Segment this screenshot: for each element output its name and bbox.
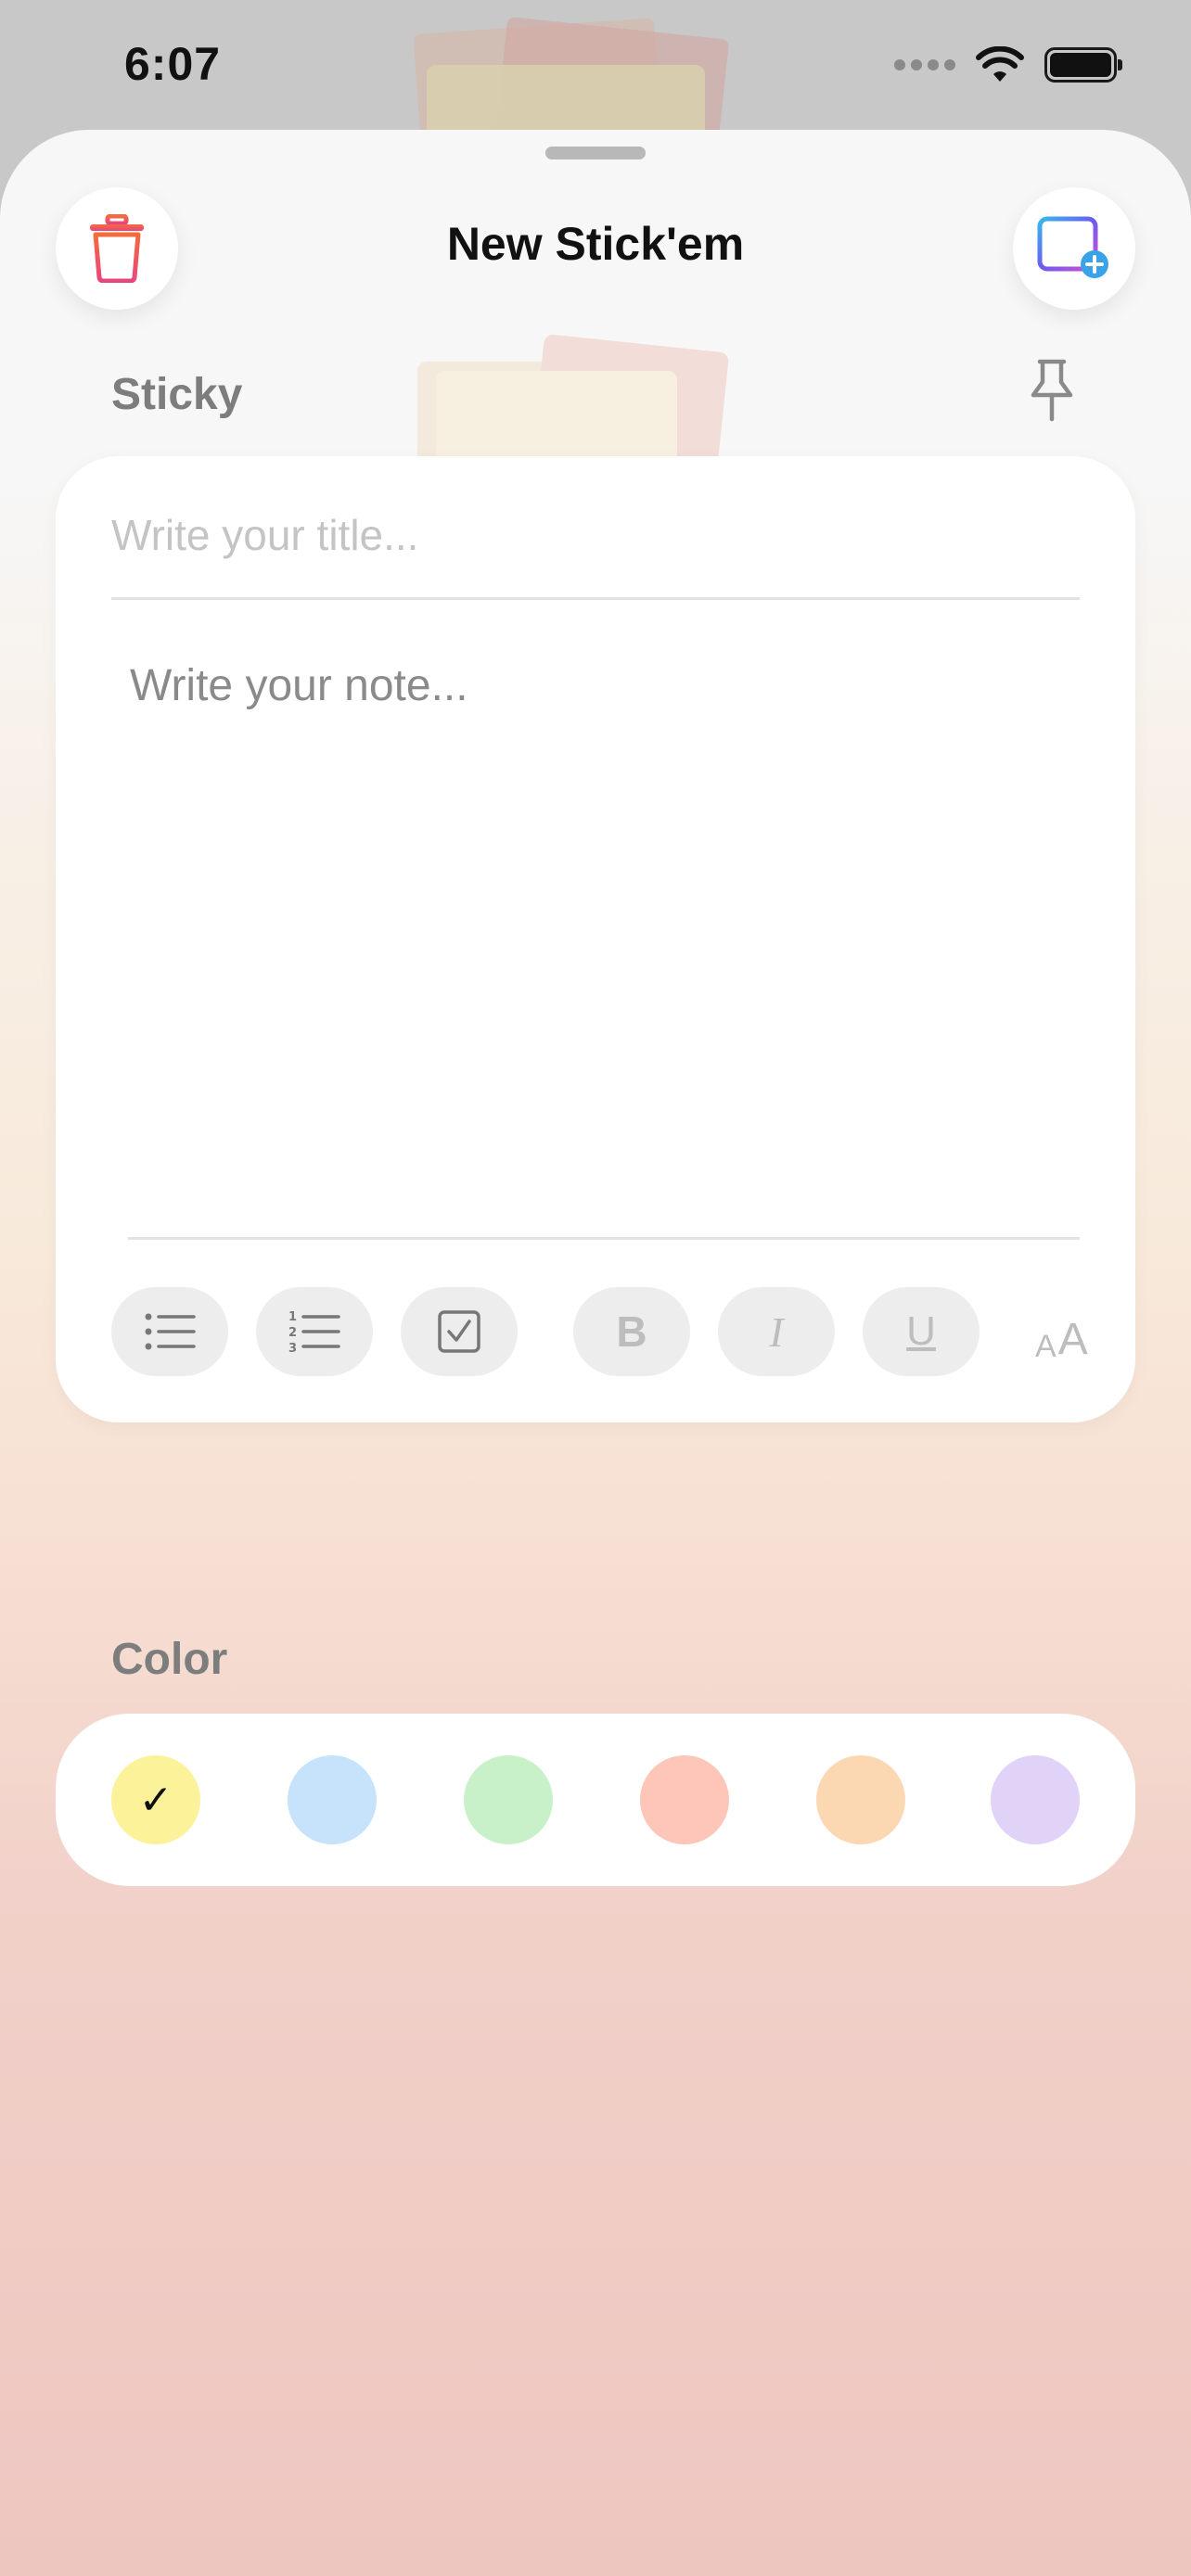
- numbered-list-button[interactable]: 1 2 3: [256, 1287, 373, 1376]
- selected-check-icon: ✓: [138, 1776, 173, 1824]
- status-bar: 6:07: [0, 0, 1191, 132]
- note-body-input[interactable]: [130, 660, 1080, 1142]
- italic-button[interactable]: I: [718, 1287, 835, 1376]
- underline-label: U: [906, 1308, 936, 1354]
- toolbar-divider: [128, 1237, 1080, 1240]
- color-swatch-purple[interactable]: [991, 1755, 1080, 1844]
- pin-icon: [1031, 359, 1073, 422]
- underline-button[interactable]: U: [863, 1287, 980, 1376]
- sticky-section-label: Sticky: [111, 370, 243, 419]
- italic-label: I: [769, 1307, 784, 1356]
- checklist-button[interactable]: [401, 1287, 518, 1376]
- font-size-large-label: A: [1057, 1315, 1088, 1364]
- pin-button[interactable]: [1024, 358, 1080, 423]
- battery-icon: [1044, 47, 1122, 83]
- color-swatch-yellow[interactable]: ✓: [111, 1755, 200, 1844]
- numbered-list-icon: 1 2 3: [288, 1310, 340, 1354]
- color-section-label: Color: [111, 1635, 228, 1684]
- note-editor-card: 1 2 3 B: [56, 456, 1135, 1422]
- new-note-sheet: New Stick'em Sticky Write your title... …: [0, 130, 1191, 2576]
- color-swatch-red[interactable]: [640, 1755, 729, 1844]
- screen: 6:07 New Stick'em Sticky Write your titl…: [0, 0, 1191, 2576]
- font-size-button[interactable]: A A: [1035, 1298, 1100, 1365]
- background-notes-illustration: [380, 333, 770, 474]
- color-swatch-orange[interactable]: [816, 1755, 905, 1844]
- bulleted-list-icon: [145, 1313, 196, 1350]
- format-toolbar: 1 2 3 B I U A A: [111, 1287, 1095, 1376]
- status-icons: [894, 46, 1122, 83]
- sheet-grabber[interactable]: [545, 147, 646, 159]
- title-divider: [111, 597, 1080, 600]
- add-note-icon: [1037, 216, 1108, 278]
- wifi-icon: [976, 46, 1024, 82]
- add-note-button[interactable]: [1013, 187, 1135, 310]
- font-size-small-label: A: [1035, 1329, 1057, 1364]
- svg-text:2: 2: [288, 1326, 297, 1340]
- cellular-signal-icon: [894, 59, 955, 70]
- color-swatch-green[interactable]: [464, 1755, 553, 1844]
- bulleted-list-button[interactable]: [111, 1287, 228, 1376]
- status-time: 6:07: [124, 38, 222, 90]
- checklist-icon: [438, 1310, 480, 1353]
- bold-label: B: [616, 1307, 647, 1356]
- color-picker: ✓: [56, 1714, 1135, 1886]
- bold-button[interactable]: B: [573, 1287, 690, 1376]
- note-title-input[interactable]: [111, 493, 1080, 577]
- color-swatch-blue[interactable]: [288, 1755, 377, 1844]
- svg-text:3: 3: [288, 1342, 297, 1354]
- svg-text:1: 1: [288, 1310, 297, 1324]
